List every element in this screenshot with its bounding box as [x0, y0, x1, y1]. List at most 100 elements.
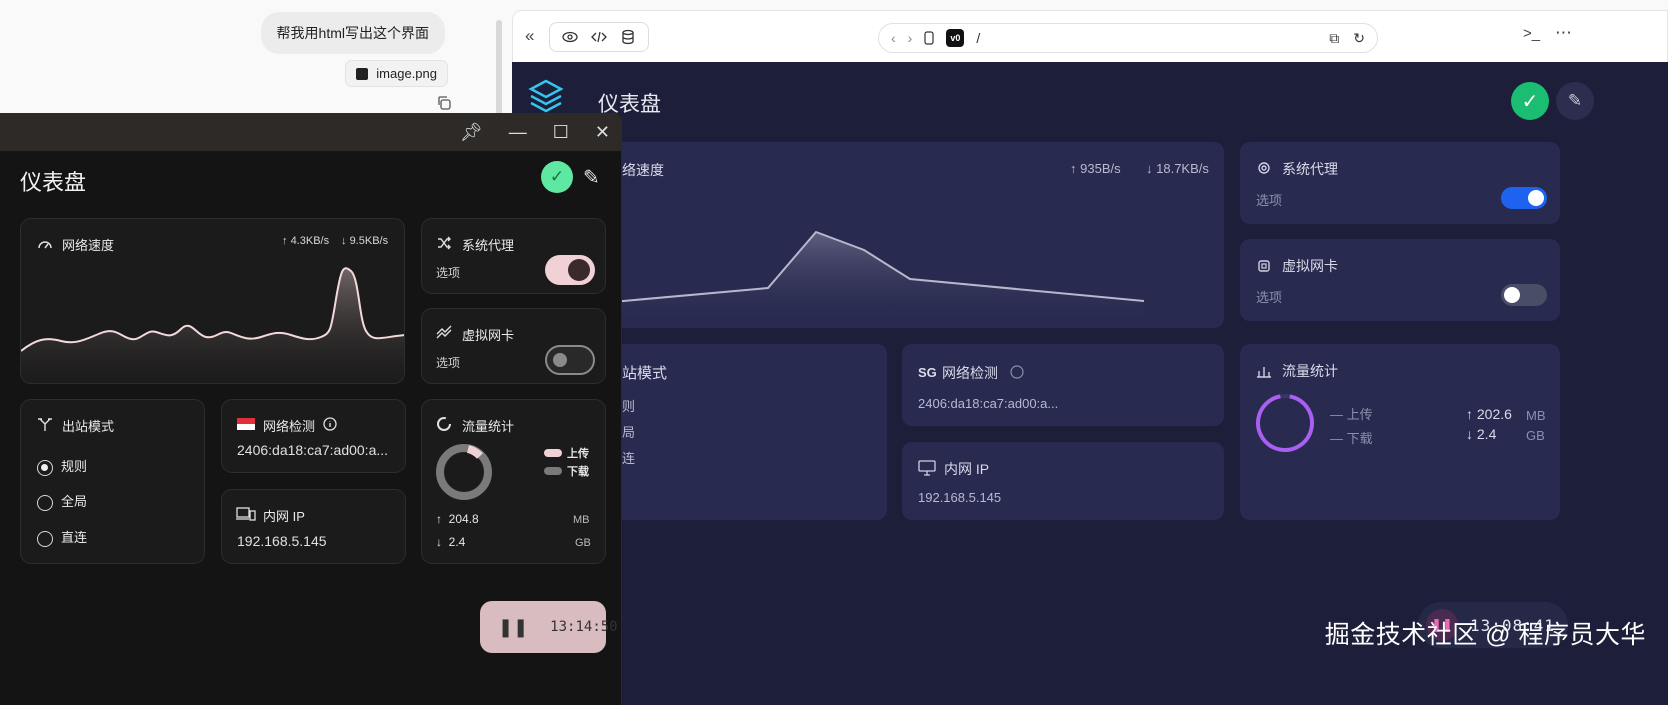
window-edit-button[interactable]: ✎	[583, 165, 600, 190]
radio-rule[interactable]	[37, 459, 53, 476]
toggle-knob	[553, 353, 567, 367]
route-icon	[38, 418, 52, 431]
outbound-option-rule[interactable]: 规则	[37, 456, 87, 476]
system-proxy-toggle[interactable]	[1501, 187, 1547, 209]
desktop-window: 📌︎ — ☐ ✕ 仪表盘 ✓ ✎ 网络速度 ↑ 4.3KB/s ↓ 9.5KB/…	[0, 113, 622, 705]
virtual-nic-label: 虚拟网卡	[1282, 258, 1338, 274]
layers-logo-icon	[528, 79, 564, 113]
radio-global[interactable]	[37, 494, 53, 511]
network-check-ip: 2406:da18:ca7:ad00:a...	[918, 396, 1059, 411]
legend-download: — 下载	[1330, 431, 1373, 446]
chip-icon	[1258, 260, 1270, 272]
view-toggle-group	[549, 22, 649, 52]
legend-upload: — 上传	[1330, 407, 1373, 422]
window-upload-total-value: 204.8	[448, 512, 479, 526]
info-icon[interactable]	[323, 417, 337, 431]
device-icon[interactable]	[924, 31, 934, 45]
outbound-option-global[interactable]: 局	[622, 422, 635, 441]
window-network-check-card: 网络检测 2406:da18:ca7:ad00:a...	[221, 399, 406, 473]
lan-ip-label: 内网 IP	[944, 461, 990, 477]
upload-total-value: 202.6	[1476, 406, 1512, 422]
open-external-icon[interactable]: ⧉	[1329, 30, 1339, 47]
window-traffic-donut	[436, 444, 492, 500]
pencil-icon: ✎	[1567, 91, 1583, 110]
window-traffic-donut-upload	[466, 445, 483, 459]
forward-icon[interactable]: ›	[908, 30, 913, 46]
window-confirm-button[interactable]: ✓	[541, 161, 573, 193]
database-icon[interactable]	[620, 29, 636, 45]
outbound-option-rule[interactable]: 则	[622, 396, 635, 415]
speed-chart	[611, 230, 1145, 328]
lan-ip-card: 内网 IP 192.168.5.145	[902, 442, 1224, 520]
window-system-proxy-sub: 选项	[436, 266, 461, 280]
window-speed-area	[21, 268, 404, 383]
devices-icon	[236, 507, 256, 521]
chat-scrollbar[interactable]	[496, 20, 502, 120]
outbound-option-direct[interactable]: 直连	[37, 527, 87, 547]
download-total-value: 2.4	[1476, 426, 1497, 442]
window-download-total-value: 2.4	[448, 535, 466, 549]
more-icon[interactable]: ⋯	[1555, 23, 1572, 43]
upload-total-unit: MB	[1526, 408, 1546, 423]
attachment-chip[interactable]: image.png	[345, 60, 448, 87]
bar-chart-icon	[1257, 367, 1271, 378]
window-timer-pill: ❚❚ 13:14:50	[480, 601, 618, 653]
window-download-total-unit: GB	[575, 537, 591, 549]
traffic-label: 流量统计	[1282, 363, 1338, 379]
window-outbound-label: 出站模式	[62, 419, 115, 434]
window-speed-chart	[21, 267, 404, 383]
network-speed-card: 络速度 ↑ 935B/s ↓ 18.7KB/s	[552, 142, 1224, 328]
download-total: ↓ 2.4	[1466, 426, 1497, 442]
close-icon[interactable]: ✕	[595, 122, 610, 143]
confirm-button[interactable]: ✓	[1511, 82, 1549, 120]
eye-icon[interactable]	[562, 29, 578, 45]
back-icon[interactable]: ‹	[891, 30, 896, 46]
radio-direct[interactable]	[37, 530, 53, 547]
code-icon[interactable]	[591, 29, 607, 45]
window-virtual-nic-sub: 选项	[436, 356, 461, 370]
traffic-card: 流量统计 — 上传 — 下载 ↑ 202.6 MB ↓ 2.4 GB	[1240, 344, 1560, 520]
donut-chart-icon	[437, 417, 451, 431]
pin-icon[interactable]: 📌︎	[460, 122, 483, 143]
window-outbound-card: 出站模式 规则 全局 直连	[20, 399, 205, 564]
window-system-proxy-toggle[interactable]	[545, 255, 595, 285]
maximize-icon[interactable]: ☐	[553, 122, 569, 143]
toggle-knob	[1504, 287, 1520, 303]
region-badge: SG	[918, 365, 937, 380]
window-pause-button[interactable]: ❚❚	[498, 617, 528, 638]
window-system-proxy-card: 系统代理 选项	[421, 218, 606, 294]
system-proxy-sub: 选项	[1256, 193, 1283, 208]
refresh-icon[interactable]: ↻	[1353, 30, 1365, 47]
collapse-icon[interactable]: «	[525, 26, 534, 46]
window-titlebar[interactable]: 📌︎ — ☐ ✕	[0, 113, 621, 151]
window-legend-upload: 上传	[567, 448, 589, 460]
terminal-icon[interactable]: >_	[1523, 25, 1540, 42]
outbound-option-global[interactable]: 全局	[37, 491, 87, 511]
trend-icon	[436, 325, 452, 339]
window-virtual-nic-toggle[interactable]	[545, 345, 595, 375]
minimize-icon[interactable]: —	[509, 122, 527, 143]
window-upload-total-unit: MB	[573, 514, 590, 526]
outbound-option-direct[interactable]: 连	[622, 448, 635, 467]
toggle-knob	[568, 259, 590, 281]
window-traffic-card: 流量统计 上传 下载 ↑ 204.8 MB ↓ 2.4 GB	[421, 399, 606, 564]
virtual-nic-sub: 选项	[1256, 290, 1283, 305]
window-system-proxy-label: 系统代理	[462, 238, 515, 253]
check-icon: ✓	[1521, 90, 1539, 113]
dashboard-app: 仪表盘 ✓ ✎ 络速度 ↑ 935B/s ↓ 18.7KB/s 系统代理 选项 …	[512, 62, 1668, 705]
window-virtual-nic-label: 虚拟网卡	[462, 328, 515, 343]
edit-button[interactable]: ✎	[1556, 82, 1594, 120]
lan-ip-value: 192.168.5.145	[918, 490, 1002, 505]
virtual-nic-toggle[interactable]	[1501, 284, 1547, 306]
attachment-name: image.png	[376, 66, 437, 81]
outbound-option-direct-label: 直连	[61, 530, 88, 545]
window-page-title: 仪表盘	[20, 170, 87, 195]
window-legend-download: 下载	[567, 466, 589, 478]
window-traffic-label: 流量统计	[462, 419, 515, 434]
info-icon[interactable]	[1010, 365, 1024, 379]
copy-icon[interactable]	[436, 95, 452, 111]
window-download-total: ↓ 2.4	[436, 535, 466, 549]
watermark: 掘金技术社区 @ 程序员大华	[1324, 621, 1646, 649]
url-bar[interactable]: ‹ › v0 / ⧉ ↻	[878, 23, 1378, 53]
user-message: 帮我用html写出这个界面	[260, 12, 445, 54]
